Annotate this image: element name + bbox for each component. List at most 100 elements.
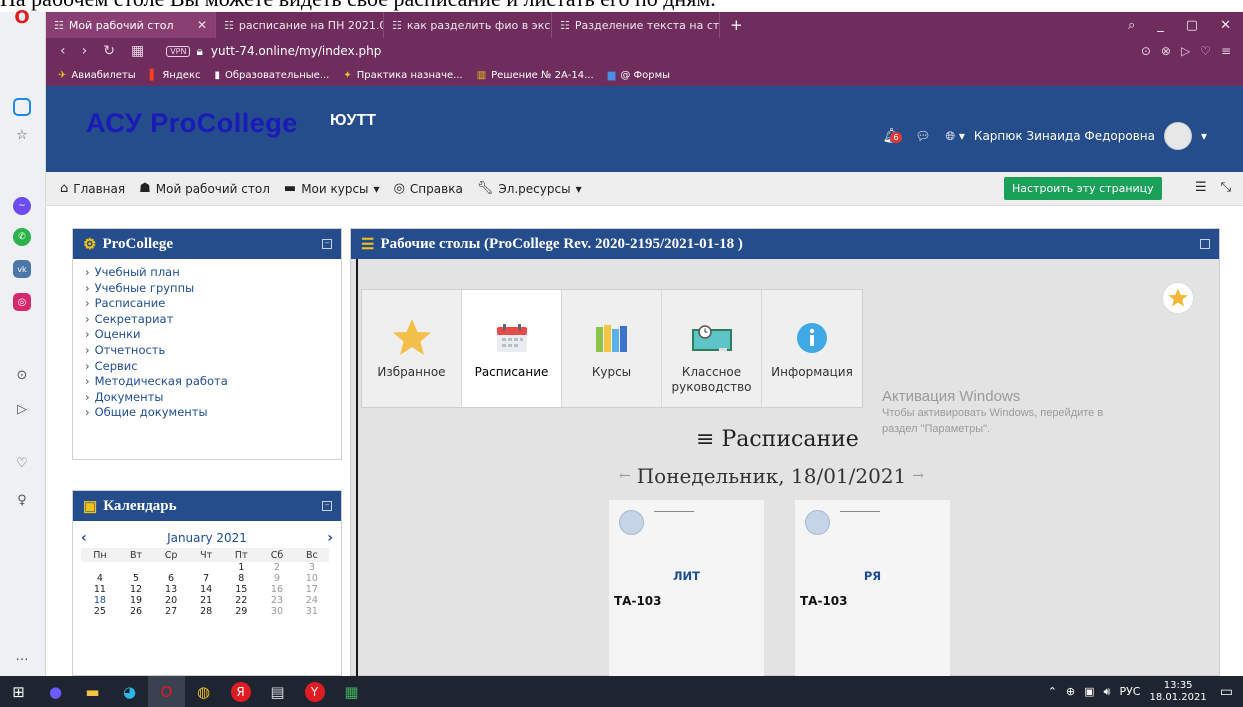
calendar-day[interactable]: 15 [223, 584, 259, 595]
block-link[interactable]: › Секретариат [85, 312, 341, 328]
language-indicator[interactable]: РУС [1119, 685, 1140, 698]
browser-tab[interactable]: ☷Разделение текста на стол✕ [552, 12, 720, 38]
block-link[interactable]: › Оценки [85, 327, 341, 343]
favorite-star-button[interactable] [1162, 282, 1194, 314]
browser-tab[interactable]: ☷расписание на ПН 2021.0✕ [216, 12, 384, 38]
calendar-day[interactable]: 2 [259, 562, 294, 573]
calendar-day[interactable]: 17 [295, 584, 329, 595]
calendar-day[interactable]: 7 [189, 573, 223, 584]
block-link[interactable]: › Расписание [85, 296, 341, 312]
block-link[interactable]: › Отчетность [85, 343, 341, 359]
speed-dial-icon[interactable] [13, 98, 31, 116]
minimize-icon[interactable]: _ [1157, 18, 1164, 33]
heart-icon[interactable]: ♡ [1200, 44, 1211, 58]
calendar-day[interactable]: 10 [295, 573, 329, 584]
snapshot-icon[interactable]: ▢ [1186, 18, 1198, 33]
calendar-month[interactable]: January 2021 [167, 531, 247, 545]
calendar-day[interactable]: 31 [295, 606, 329, 617]
calendar-day[interactable]: 4 [81, 573, 119, 584]
customize-page-button[interactable]: Настроить эту страницу [1004, 177, 1162, 200]
calendar-day[interactable]: 21 [189, 595, 223, 606]
lesson-subject[interactable]: РЯ [795, 569, 950, 583]
nav-home[interactable]: ⌂ Главная [60, 181, 125, 196]
windows-start-icon[interactable]: ⊞ [0, 676, 37, 707]
calendar-day[interactable]: 5 [119, 573, 153, 584]
next-month-icon[interactable]: › [327, 530, 333, 546]
prev-month-icon[interactable]: ‹ [81, 530, 87, 546]
minimize-block-icon[interactable] [1200, 239, 1210, 249]
heart-icon[interactable]: ♡ [11, 452, 33, 474]
calendar-day[interactable]: 9 [259, 573, 294, 584]
calendar-day[interactable]: 19 [119, 595, 153, 606]
messenger-icon[interactable]: ~ [13, 197, 31, 215]
instagram-icon[interactable]: ◎ [13, 293, 31, 311]
prev-day-icon[interactable]: ← [619, 468, 631, 484]
tile-information[interactable]: Информация [762, 290, 862, 407]
site-logo[interactable]: АСУ ProCollege [86, 108, 298, 139]
whatsapp-icon[interactable]: ✆ [13, 228, 31, 246]
nav-help[interactable]: ◎ Справка [394, 181, 463, 196]
bookmark-item[interactable]: ▌ Яндекс [150, 70, 201, 81]
menu-icon[interactable]: ≡ [1221, 44, 1231, 58]
nav-my-courses[interactable]: ▬ Мои курсы ▾ [284, 181, 380, 196]
volume-icon[interactable]: 🔊︎ [1104, 685, 1111, 699]
calendar-day[interactable]: 8 [223, 573, 259, 584]
close-tab-icon[interactable]: ✕ [197, 18, 207, 32]
calendar-day[interactable]: 30 [259, 606, 294, 617]
reload-icon[interactable]: ↻ [103, 43, 115, 59]
calendar-day[interactable]: 18 [81, 595, 119, 606]
nav-eresources[interactable]: 🔧︎ Эл.ресурсы ▾ [477, 181, 582, 196]
forward-icon[interactable]: › [82, 43, 88, 59]
chevron-down-icon[interactable]: ▾ [1201, 129, 1207, 143]
calendar-day[interactable]: 28 [189, 606, 223, 617]
calendar-day[interactable]: 11 [81, 584, 119, 595]
taskbar-app-icon[interactable]: ▤ [259, 676, 296, 707]
bookmarks-icon[interactable]: ☆ [11, 124, 33, 146]
bell-icon[interactable]: 🔔︎6 [882, 128, 902, 144]
more-icon[interactable]: … [11, 645, 33, 667]
new-tab-button[interactable]: + [720, 16, 753, 34]
calendar-day[interactable]: 6 [153, 573, 189, 584]
calendar-day[interactable]: 1 [223, 562, 259, 573]
calendar-day[interactable]: 22 [223, 595, 259, 606]
calendar-day[interactable]: 12 [119, 584, 153, 595]
blocker-icon[interactable]: ⊗ [1161, 44, 1171, 58]
bookmark-item[interactable]: ▥ Решение № 2А-14... [477, 70, 594, 81]
camera-icon[interactable]: ⊙ [1141, 44, 1151, 58]
bulb-icon[interactable]: ♀ [11, 489, 33, 511]
tile-schedule[interactable]: Расписание [462, 290, 562, 407]
block-link[interactable]: › Учебный план [85, 265, 341, 281]
calendar-day[interactable]: 14 [189, 584, 223, 595]
next-day-icon[interactable]: → [912, 468, 924, 484]
opera-logo-icon[interactable]: O [11, 6, 33, 28]
clock[interactable]: 13:35 18.01.2021 [1150, 680, 1207, 704]
minimize-block-icon[interactable]: – [322, 501, 332, 511]
taskbar-app-icon[interactable]: ● [37, 676, 74, 707]
player-icon[interactable]: ⊙ [11, 364, 33, 386]
bookmark-item[interactable]: ▆ @ Формы [608, 70, 670, 81]
minimize-block-icon[interactable]: – [322, 239, 332, 249]
lesson-card[interactable]: ЛИТ ТА-103 [609, 500, 764, 678]
calendar-day[interactable]: 25 [81, 606, 119, 617]
excel-icon[interactable]: ▦ [333, 676, 370, 707]
lesson-subject[interactable]: ЛИТ [609, 569, 764, 583]
block-link[interactable]: › Учебные группы [85, 281, 341, 297]
calendar-day[interactable]: 13 [153, 584, 189, 595]
browser-tab[interactable]: ☷как разделить фио в эксе✕ [384, 12, 552, 38]
calendar-day[interactable]: 27 [153, 606, 189, 617]
vpn-badge[interactable]: VPN [166, 45, 191, 57]
send-icon[interactable]: ▷ [1181, 44, 1190, 58]
blocks-toggle-icon[interactable]: ☰ [1195, 180, 1207, 195]
network-icon[interactable]: ⊕ [1066, 685, 1075, 698]
edge-icon[interactable]: ◕ [111, 676, 148, 707]
browser-tab-active[interactable]: ☷ Мой рабочий стол ✕ [46, 12, 216, 38]
vk-icon[interactable]: vk [13, 260, 31, 278]
notifications-icon[interactable]: ▭ [1220, 684, 1233, 700]
block-link[interactable]: › Общие документы [85, 405, 341, 421]
yandex-browser-icon[interactable]: Y [296, 676, 333, 707]
calendar-day[interactable]: 16 [259, 584, 294, 595]
opera-icon[interactable]: O [148, 676, 185, 707]
bookmark-item[interactable]: ✦ Практика назначе... [343, 70, 462, 81]
taskbar-app-icon[interactable]: ◍ [185, 676, 222, 707]
grid-icon[interactable]: ▦ [131, 43, 144, 59]
